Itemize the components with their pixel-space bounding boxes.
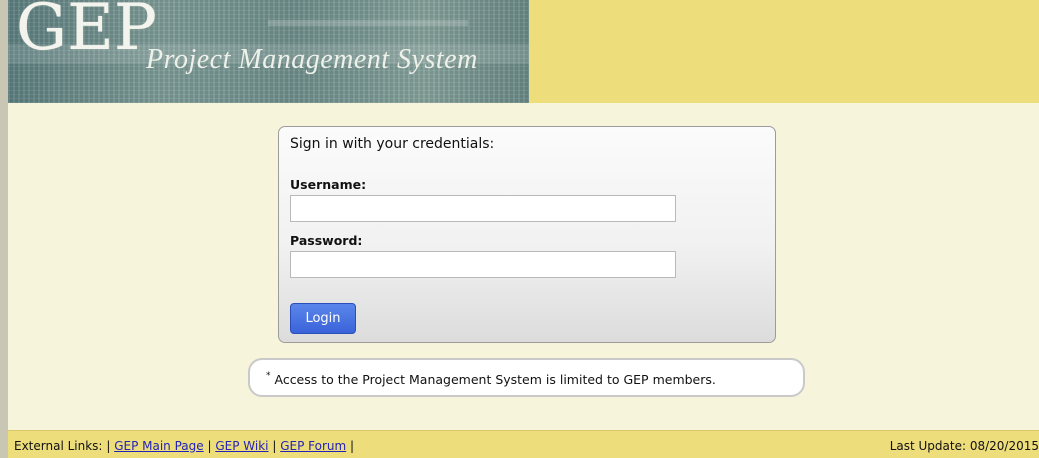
footer-separator: |: [106, 439, 111, 453]
username-input[interactable]: [290, 195, 676, 222]
logo-banner: GEP Project Management System: [8, 0, 529, 103]
logo-title: GEP: [16, 0, 157, 65]
link-gep-main-page[interactable]: GEP Main Page: [114, 439, 203, 453]
footer-external-links: External Links: | GEP Main Page | GEP Wi…: [14, 439, 354, 453]
link-gep-wiki[interactable]: GEP Wiki: [215, 439, 268, 453]
login-button[interactable]: Login: [290, 303, 356, 334]
link-gep-forum[interactable]: GEP Forum: [280, 439, 346, 453]
password-label: Password:: [290, 233, 363, 248]
password-input[interactable]: [290, 251, 676, 278]
header: GEP Project Management System: [8, 0, 1039, 103]
footer-separator: |: [207, 439, 212, 453]
login-panel: Sign in with your credentials: Username:…: [278, 126, 776, 343]
username-label: Username:: [290, 177, 367, 192]
footer-separator: |: [350, 439, 355, 453]
last-update: Last Update: 08/20/2015: [889, 439, 1039, 453]
notice-text: Access to the Project Management System …: [274, 372, 716, 387]
notice-marker: *: [266, 371, 271, 381]
login-panel-title: Sign in with your credentials:: [290, 136, 495, 152]
page-left-border: [0, 0, 8, 458]
footer-separator: |: [272, 439, 277, 453]
footer: External Links: | GEP Main Page | GEP Wi…: [8, 430, 1039, 458]
logo-texture-band-small: [268, 20, 468, 26]
access-notice: * Access to the Project Management Syste…: [248, 358, 805, 397]
logo-subtitle: Project Management System: [146, 44, 478, 75]
footer-links-label: External Links:: [14, 439, 103, 453]
